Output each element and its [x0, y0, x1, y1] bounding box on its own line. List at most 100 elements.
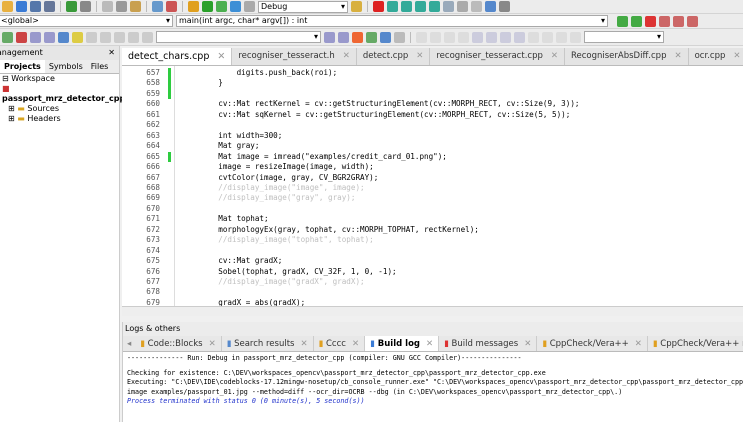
line-comment-icon[interactable]	[44, 31, 55, 43]
cut-icon[interactable]	[102, 1, 113, 12]
tab-files[interactable]: Files	[87, 60, 113, 73]
stop-icon[interactable]	[471, 1, 482, 12]
close-tab-icon[interactable]: ✕	[300, 339, 307, 349]
regex-icon[interactable]	[394, 31, 405, 43]
function-select[interactable]: main(int argc, char* argv[]) : int	[176, 15, 608, 27]
scope-select[interactable]: <global>	[0, 15, 173, 27]
find-icon[interactable]	[152, 1, 163, 12]
log-tab[interactable]: ▮ CppCheck/Vera++ ✕	[537, 336, 648, 351]
close-icon[interactable]: ✕	[108, 46, 115, 60]
highlight-icon[interactable]	[352, 31, 363, 43]
rebuild-icon[interactable]	[230, 1, 241, 12]
nav-forward-icon[interactable]	[338, 31, 349, 43]
help-icon[interactable]	[72, 31, 83, 43]
close-tab-icon[interactable]: ✕	[209, 339, 216, 349]
paste-icon[interactable]	[130, 1, 141, 12]
log-tab[interactable]: ▮ CppCheck/Vera++ messages	[648, 336, 743, 351]
next-instruction-icon[interactable]	[443, 1, 454, 12]
code-editor[interactable]: 657 digits.push_back(roi); 658 } 659 660 cv…	[122, 66, 743, 306]
editor-tab[interactable]: recogniser_tesseract.cpp ✕	[430, 48, 565, 65]
jump-back-icon[interactable]	[617, 15, 628, 27]
nav-back-icon[interactable]	[324, 31, 335, 43]
editor-tab[interactable]: RecogniserAbsDiff.cpp ✕	[565, 48, 689, 65]
editor-tab[interactable]: detect.cpp ✕	[357, 48, 431, 65]
zoom-out-icon[interactable]	[542, 31, 553, 43]
jump-forward-icon[interactable]	[631, 15, 642, 27]
debug-icon[interactable]	[373, 1, 384, 12]
block-comment-icon[interactable]	[30, 31, 41, 43]
format-icon[interactable]	[366, 31, 377, 43]
editor-tab[interactable]: ocr.cpp ✕	[689, 48, 743, 65]
doxy-icon[interactable]	[16, 31, 27, 43]
log-tab[interactable]: ▮ Search results ✕	[222, 336, 314, 351]
rect-icon[interactable]	[430, 31, 441, 43]
editor-tab[interactable]: recogniser_tesseract.h ✕	[232, 48, 357, 65]
tab-symbols[interactable]: Symbols	[45, 60, 87, 73]
toolbar-combo[interactable]	[584, 31, 664, 43]
debug-windows-icon[interactable]	[485, 1, 496, 12]
c-icon[interactable]	[570, 31, 581, 43]
log-tab[interactable]: ▮ Build messages ✕	[439, 336, 538, 351]
save-all-icon[interactable]	[44, 1, 55, 12]
search-box-icon[interactable]	[142, 31, 153, 43]
next-line-icon[interactable]	[401, 1, 412, 12]
dot-icon[interactable]	[114, 31, 125, 43]
tab-projects[interactable]: Projects	[0, 60, 45, 73]
run-icon[interactable]	[202, 1, 213, 12]
redo-icon[interactable]	[80, 1, 91, 12]
close-tab-icon[interactable]: ✕	[416, 51, 423, 61]
copy-icon[interactable]	[116, 1, 127, 12]
layout-1-icon[interactable]	[472, 31, 483, 43]
wand-icon[interactable]	[86, 31, 97, 43]
tree-folder-sources[interactable]: ⊞ ▬ Sources	[2, 104, 119, 114]
run-to-cursor-icon[interactable]	[387, 1, 398, 12]
pause-icon[interactable]	[457, 1, 468, 12]
build-target-select[interactable]: Debug	[258, 0, 348, 13]
log-tab[interactable]: ▮ Code::Blocks ✕	[135, 336, 222, 351]
close-tab-icon[interactable]: ✕	[674, 51, 681, 61]
prev-icon[interactable]	[100, 31, 111, 43]
select-icon[interactable]	[416, 31, 427, 43]
shape-icon[interactable]	[458, 31, 469, 43]
doxywizard-icon[interactable]	[58, 31, 69, 43]
zoom-in-icon[interactable]	[528, 31, 539, 43]
target-options-icon[interactable]	[351, 1, 362, 12]
clear-bookmarks-icon[interactable]	[687, 15, 698, 27]
abort-icon[interactable]	[244, 1, 255, 12]
text-search-icon[interactable]	[380, 31, 391, 43]
step-into-icon[interactable]	[415, 1, 426, 12]
tree-project[interactable]: ■ passport_mrz_detector_cpp	[2, 84, 125, 104]
log-tab[interactable]: ▮ Cccc ✕	[314, 336, 366, 351]
tree-folder-headers[interactable]: ⊞ ▬ Headers	[2, 114, 119, 124]
open-icon[interactable]	[16, 1, 27, 12]
close-tab-icon[interactable]: ✕	[524, 339, 531, 349]
info-icon[interactable]	[499, 1, 510, 12]
horizontal-scrollbar[interactable]	[122, 306, 743, 316]
close-tab-icon[interactable]: ✕	[733, 51, 740, 61]
build-icon[interactable]	[188, 1, 199, 12]
close-tab-icon[interactable]: ✕	[352, 339, 359, 349]
save-icon[interactable]	[30, 1, 41, 12]
image-icon[interactable]	[444, 31, 455, 43]
log-tab[interactable]: ▮ Build log ✕	[365, 336, 440, 351]
replace-icon[interactable]	[166, 1, 177, 12]
close-tab-icon[interactable]: ✕	[635, 339, 642, 349]
tree-workspace[interactable]: ⊟ Workspace	[2, 74, 119, 84]
toggle-bookmark-icon[interactable]	[645, 15, 656, 27]
undo-icon[interactable]	[66, 1, 77, 12]
next-icon[interactable]	[128, 31, 139, 43]
incremental-search-input[interactable]	[156, 31, 321, 43]
close-tab-icon[interactable]: ✕	[551, 51, 558, 61]
new-file-icon[interactable]	[2, 1, 13, 12]
editor-tab[interactable]: detect_chars.cpp ✕	[122, 48, 233, 65]
prev-bookmark-icon[interactable]	[659, 15, 670, 27]
layout-2-icon[interactable]	[486, 31, 497, 43]
step-out-icon[interactable]	[429, 1, 440, 12]
close-tab-icon[interactable]: ✕	[426, 339, 433, 349]
close-tab-icon[interactable]: ✕	[217, 51, 225, 62]
next-bookmark-icon[interactable]	[673, 15, 684, 27]
comment-icon[interactable]	[2, 31, 13, 43]
build-run-icon[interactable]	[216, 1, 227, 12]
close-tab-icon[interactable]: ✕	[343, 51, 350, 61]
layout-4-icon[interactable]	[514, 31, 525, 43]
